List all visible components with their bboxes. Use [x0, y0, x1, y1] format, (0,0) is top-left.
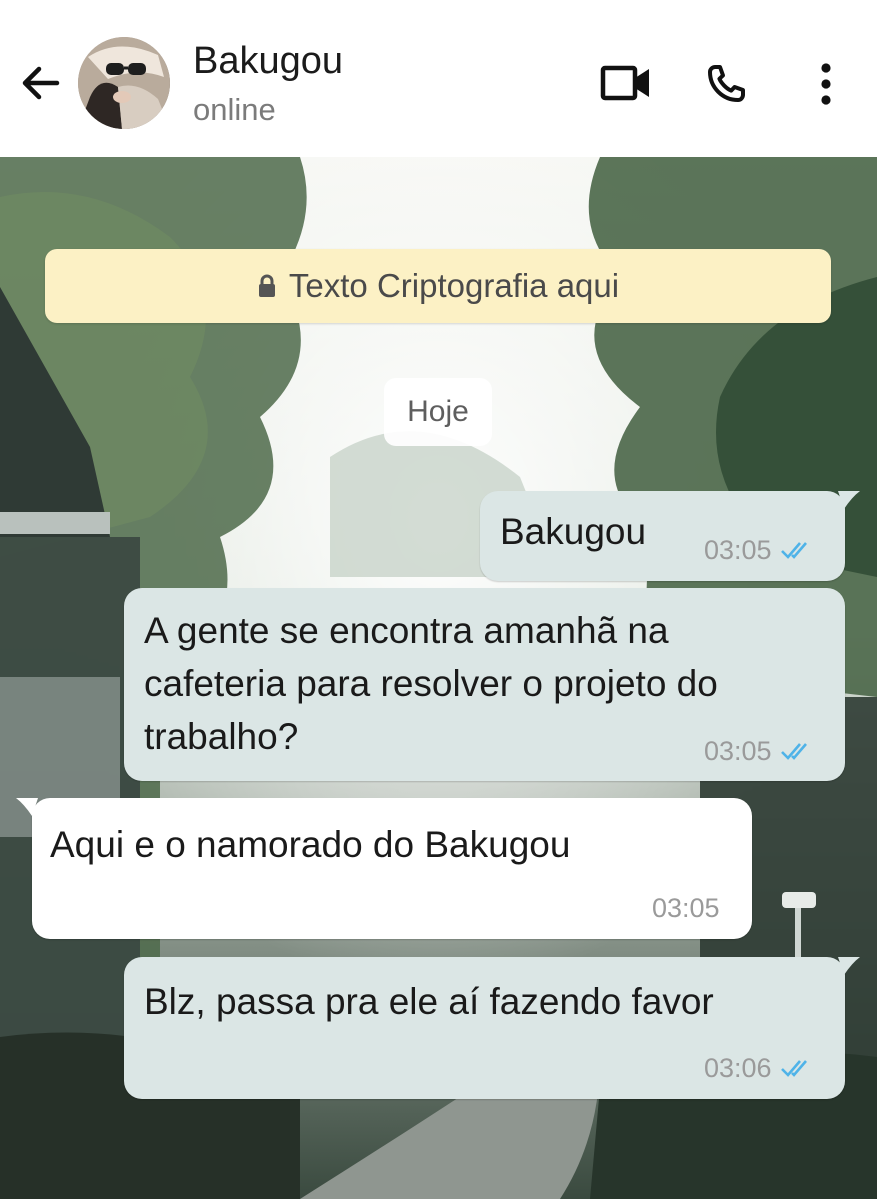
back-button[interactable]	[14, 58, 64, 108]
message-time: 03:06	[704, 1053, 772, 1083]
date-separator: Hoje	[384, 378, 492, 446]
encryption-notice[interactable]: Texto Criptografia aqui	[45, 249, 831, 323]
bubble-tail	[16, 798, 38, 816]
chat-area[interactable]: Texto Criptografia aqui Hoje Bakugou 03:…	[0, 157, 877, 1199]
message-text: Aqui e o namorado do Bakugou	[50, 824, 571, 865]
phone-icon	[708, 65, 745, 102]
message-text: Blz, passa pra ele aí fazendo favor	[144, 981, 714, 1022]
read-receipt-icon	[780, 540, 814, 560]
contact-status: online	[193, 92, 276, 127]
lock-icon	[257, 274, 277, 298]
arrow-left-icon	[22, 66, 60, 100]
video-call-button[interactable]	[596, 58, 656, 108]
chat-header: Bakugou online	[0, 0, 877, 157]
encryption-notice-text: Texto Criptografia aqui	[288, 267, 620, 304]
message-meta: 03:06	[704, 1053, 814, 1083]
message-time: 03:05	[704, 535, 772, 565]
more-vertical-icon	[821, 63, 831, 105]
more-options-button[interactable]	[806, 58, 846, 110]
message-time: 03:05	[652, 893, 720, 923]
message-text: A gente se encontra amanhã na cafeteria …	[144, 610, 718, 757]
message-meta: 03:05	[704, 736, 814, 766]
message-meta: 03:05	[652, 893, 720, 923]
avatar[interactable]	[78, 37, 170, 129]
video-camera-icon	[600, 65, 649, 101]
read-receipt-icon	[780, 741, 814, 761]
bubble-tail	[838, 957, 860, 975]
message-text: Bakugou	[500, 511, 647, 552]
avatar-image	[78, 37, 170, 129]
message-bubble-outgoing[interactable]: A gente se encontra amanhã na cafeteria …	[124, 588, 845, 781]
message-bubble-incoming[interactable]: Aqui e o namorado do Bakugou 03:05	[32, 798, 752, 939]
bubble-tail	[838, 491, 860, 509]
message-bubble-outgoing[interactable]: Bakugou 03:05	[480, 491, 845, 581]
message-bubble-outgoing[interactable]: Blz, passa pra ele aí fazendo favor 03:0…	[124, 957, 845, 1099]
read-receipt-icon	[780, 1058, 814, 1078]
voice-call-button[interactable]	[700, 58, 752, 110]
contact-name[interactable]: Bakugou	[193, 40, 343, 83]
message-meta: 03:05	[704, 535, 814, 565]
message-time: 03:05	[704, 736, 772, 766]
